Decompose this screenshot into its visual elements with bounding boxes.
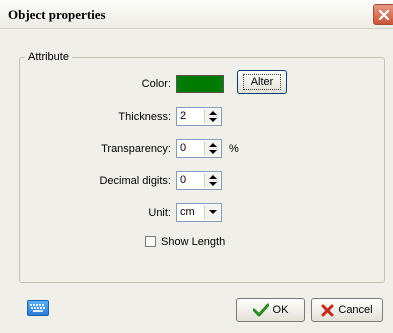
cross-icon	[321, 304, 334, 316]
attribute-group-label: Attribute	[25, 51, 72, 63]
check-icon	[252, 303, 269, 317]
window-title: Object properties	[8, 7, 106, 22]
keyboard-icon[interactable]	[27, 300, 49, 316]
thickness-spinner[interactable]: 2	[176, 107, 222, 126]
spin-up-icon[interactable]	[209, 111, 217, 115]
thickness-spin-arrows[interactable]	[204, 109, 220, 124]
unit-select[interactable]: cm	[176, 203, 222, 222]
transparency-unit: %	[229, 143, 239, 155]
transparency-spin-arrows[interactable]	[204, 141, 220, 156]
thickness-label: Thickness:	[118, 111, 171, 123]
spin-down-icon[interactable]	[209, 150, 217, 154]
close-button[interactable]	[373, 4, 393, 25]
show-length-label[interactable]: Show Length	[161, 236, 225, 248]
spin-down-icon[interactable]	[209, 118, 217, 122]
transparency-spinner[interactable]: 0	[176, 139, 222, 158]
color-label: Color:	[141, 78, 171, 90]
close-icon	[378, 9, 390, 20]
decimal-digits-spinner[interactable]: 0	[176, 171, 222, 190]
cancel-button-label: Cancel	[338, 304, 373, 316]
color-swatch[interactable]	[176, 75, 224, 93]
unit-dropdown-button[interactable]	[204, 205, 220, 220]
decimal-digits-value[interactable]: 0	[180, 174, 186, 186]
decimal-spin-arrows[interactable]	[204, 173, 220, 188]
transparency-value[interactable]: 0	[180, 142, 186, 154]
transparency-label: Transparency:	[101, 143, 171, 155]
spin-up-icon[interactable]	[209, 175, 217, 179]
ok-button[interactable]: OK	[236, 298, 305, 322]
title-bar: Object properties	[0, 0, 393, 29]
unit-value: cm	[180, 206, 195, 218]
alter-button-label: Alter	[242, 74, 282, 90]
spin-down-icon[interactable]	[209, 182, 217, 186]
unit-label: Unit:	[148, 207, 171, 219]
chevron-down-icon	[209, 210, 217, 214]
alter-button[interactable]: Alter	[237, 70, 287, 94]
object-properties-dialog: Object properties Attribute Color: Alter…	[0, 0, 393, 333]
cancel-button[interactable]: Cancel	[311, 298, 383, 322]
decimal-digits-label: Decimal digits:	[99, 175, 171, 187]
ok-button-label: OK	[272, 304, 289, 316]
spin-up-icon[interactable]	[209, 143, 217, 147]
thickness-value[interactable]: 2	[180, 110, 186, 122]
show-length-checkbox[interactable]	[145, 236, 156, 247]
